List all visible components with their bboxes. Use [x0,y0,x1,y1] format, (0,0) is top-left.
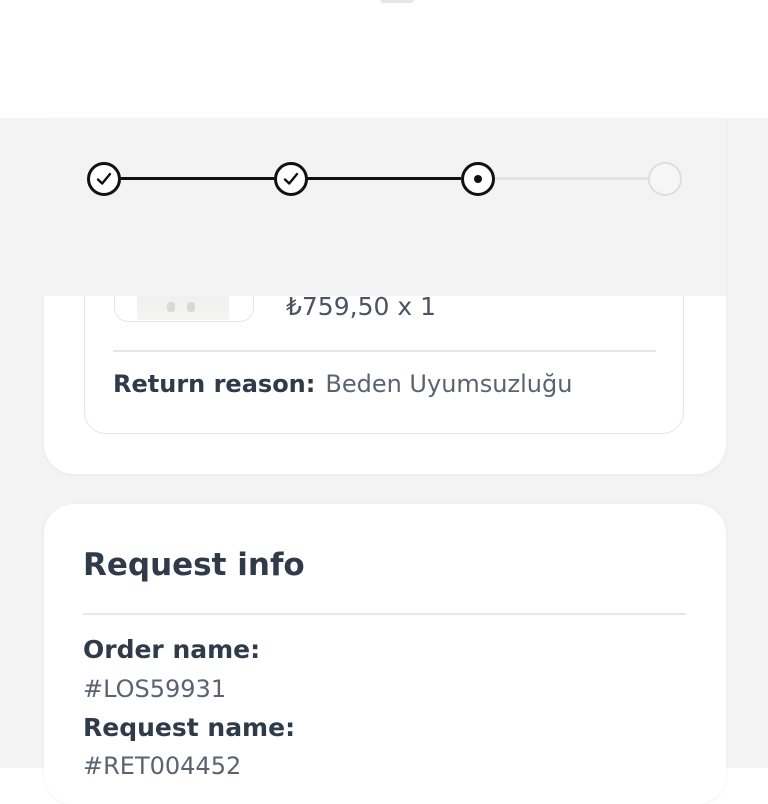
item-divider [113,350,656,352]
return-reason-label: Return reason: [113,370,316,398]
shoe-icon [167,302,175,312]
header-edge [380,0,414,3]
order-name-label: Order name: [83,635,261,664]
step-connector-3 [494,177,650,180]
check-icon [283,172,299,185]
order-name-value: #LOS59931 [83,675,227,703]
dot-icon [474,175,482,183]
step-2-completed [274,162,308,196]
check-icon [96,172,112,185]
progress-stepper [42,118,726,296]
request-name-label: Request name: [83,713,296,742]
step-connector-1 [120,177,274,180]
return-reason-row: Return reason: Beden Uyumsuzluğu [113,370,572,398]
step-connector-2 [307,177,461,180]
step-3-current [461,162,495,196]
request-name-value: #RET004452 [83,752,242,780]
request-info-divider [83,613,686,615]
step-4-pending [648,162,682,196]
item-price-quantity: ₺759,50 x 1 [286,292,436,321]
return-reason-value: Beden Uyumsuzluğu [325,370,573,398]
shoe-icon [187,302,195,312]
step-1-completed [87,162,121,196]
request-info-title: Request info [83,547,305,583]
